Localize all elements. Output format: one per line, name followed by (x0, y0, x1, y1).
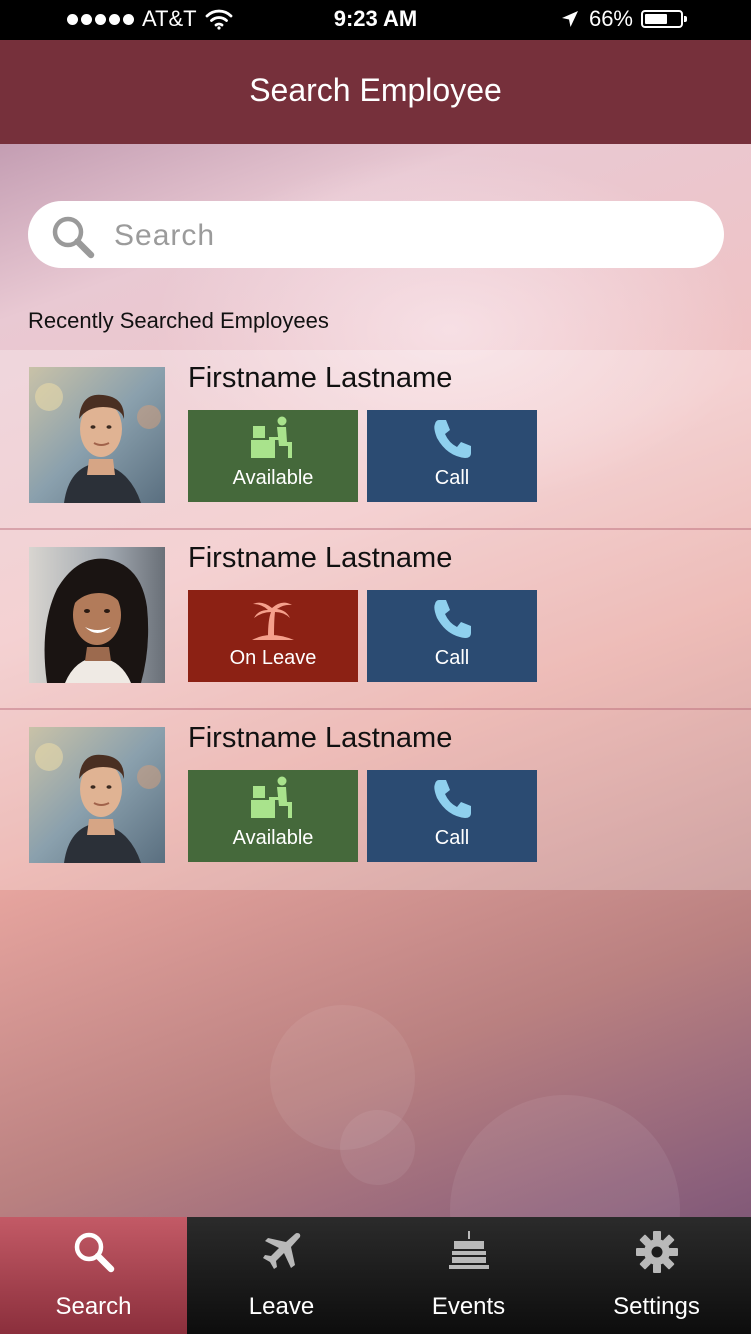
availability-button[interactable]: Available (188, 410, 358, 502)
desk-worker-icon (251, 776, 292, 818)
tab-search[interactable]: Search (0, 1217, 187, 1334)
availability-button[interactable]: Available (188, 770, 358, 862)
male-avatar[interactable] (29, 727, 165, 863)
availability-label: On Leave (229, 647, 317, 669)
battery-level (645, 14, 667, 24)
gear-icon (635, 1231, 678, 1273)
call-label: Call (434, 647, 470, 669)
call-button[interactable]: Call (367, 410, 537, 502)
call-label: Call (434, 827, 470, 849)
cake-icon (448, 1231, 489, 1269)
search-icon (74, 1232, 114, 1273)
desk-worker-icon (251, 416, 292, 458)
female-avatar[interactable] (29, 547, 165, 683)
phone-icon (434, 780, 471, 818)
app-screen: AT&T 9:23 AM 66% Search Employee Search … (0, 0, 751, 1334)
tab-events-label: Events (431, 1293, 506, 1320)
status-right: 66% (561, 6, 687, 32)
employee-name: Firstname Lastname (188, 722, 453, 754)
availability-label: Available (232, 827, 314, 849)
call-label: Call (434, 467, 470, 489)
phone-icon (434, 420, 471, 458)
call-button[interactable]: Call (367, 770, 537, 862)
tab-bar: Search Leave Events Settings (0, 1217, 751, 1334)
tab-leave-label: Leave (248, 1293, 315, 1320)
airplane-icon (262, 1233, 300, 1269)
employee-name: Firstname Lastname (188, 362, 453, 394)
battery-icon (641, 10, 687, 28)
phone-icon (434, 600, 471, 638)
availability-button[interactable]: On Leave (188, 590, 358, 682)
tab-settings-label: Settings (613, 1293, 700, 1320)
employee-row: Firstname Lastname Available Call (0, 350, 751, 530)
tab-search-label: Search (55, 1293, 132, 1320)
page-title: Search Employee (249, 72, 502, 108)
tab-events[interactable]: Events (375, 1217, 562, 1334)
battery-percent: 66% (588, 6, 633, 31)
call-button[interactable]: Call (367, 590, 537, 682)
employee-row: Firstname Lastname Available Call (0, 710, 751, 890)
tab-settings[interactable]: Settings (563, 1217, 750, 1334)
search-icon (52, 216, 95, 259)
location-arrow-icon (561, 11, 578, 27)
search-bar[interactable] (28, 201, 724, 268)
male-avatar[interactable] (29, 367, 165, 503)
status-bar: AT&T 9:23 AM 66% (0, 0, 751, 40)
availability-label: Available (232, 467, 314, 489)
employee-list: Firstname Lastname Available Call Firstn… (0, 350, 751, 890)
employee-name: Firstname Lastname (188, 542, 453, 574)
nav-bar: Search Employee (0, 40, 751, 144)
tab-leave[interactable]: Leave (188, 1217, 375, 1334)
background-bubble (340, 1110, 415, 1185)
palm-tree-icon (252, 602, 294, 640)
employee-row: Firstname Lastname On Leave Call (0, 530, 751, 710)
recent-employees-heading: Recently Searched Employees (28, 308, 329, 333)
search-input[interactable] (112, 215, 696, 257)
